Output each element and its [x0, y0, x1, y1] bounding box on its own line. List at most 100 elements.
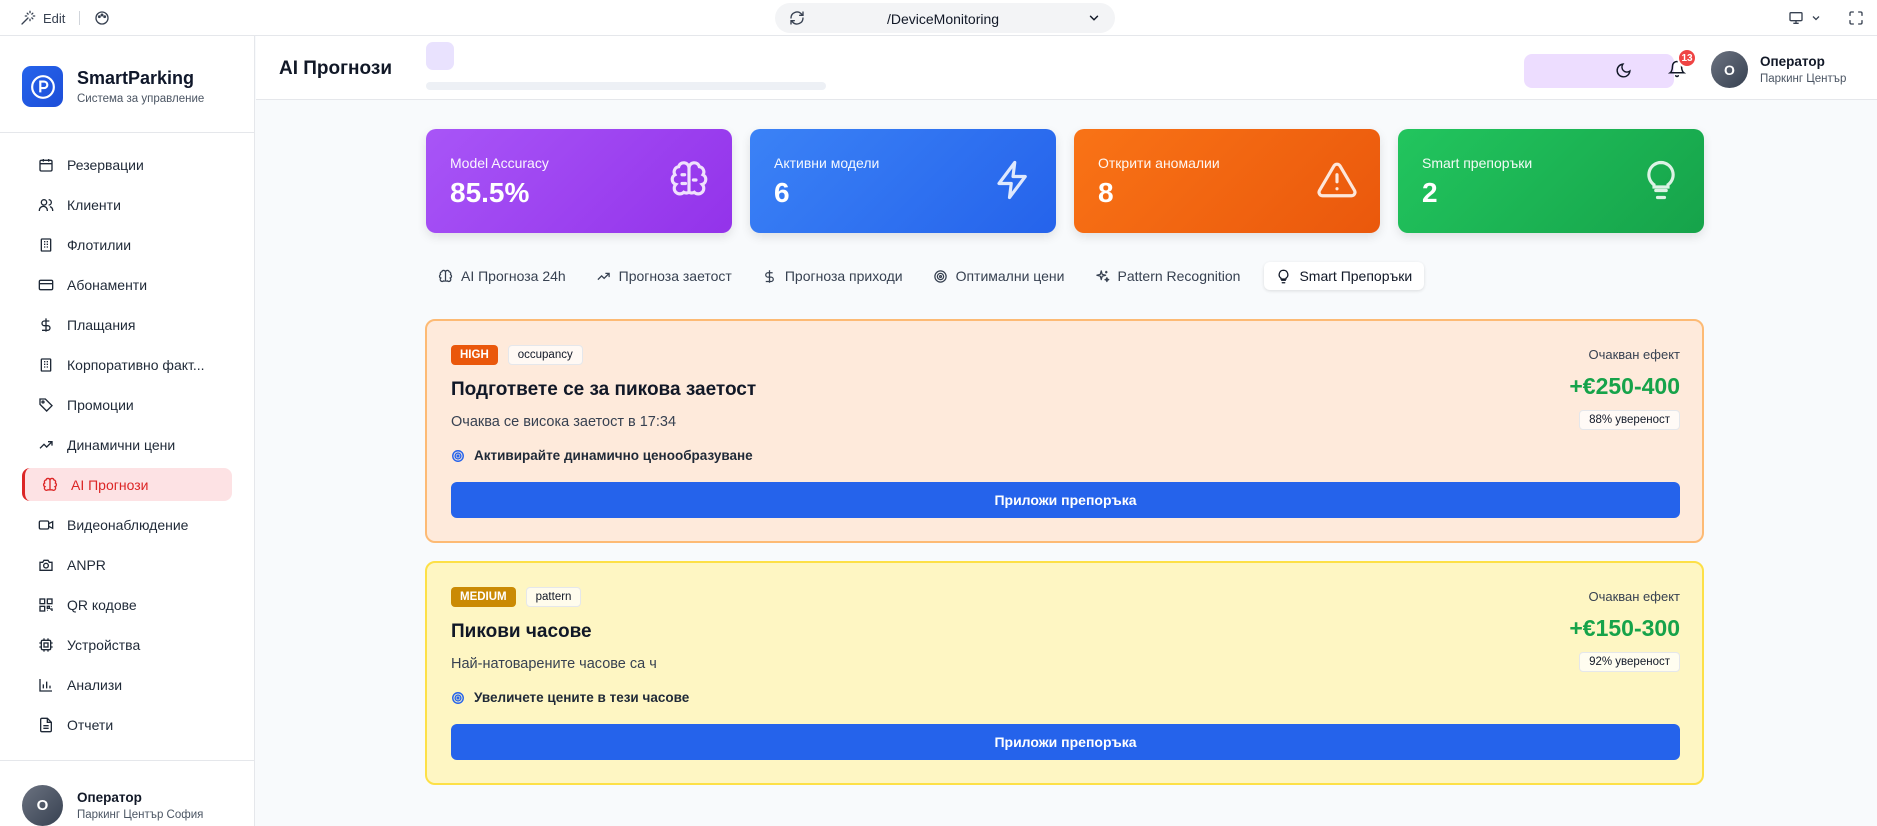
sidebar-item-label: Корпоративно факт...	[67, 356, 205, 373]
apply-recommendation-button[interactable]: Приложи препоръка	[451, 724, 1680, 760]
tab-optimal-prices[interactable]: Оптимални цени	[927, 262, 1071, 290]
monitor-icon	[1789, 11, 1803, 24]
avatar: О	[22, 785, 63, 826]
chevron-down-icon	[1812, 16, 1820, 21]
tab-revenue-forecast[interactable]: Прогноза приходи	[756, 262, 909, 290]
sidebar-item-analytics[interactable]: Анализи	[22, 668, 232, 701]
action-text: Активирайте динамично ценообразуване	[474, 448, 753, 463]
effect-value: +€250-400	[1569, 373, 1680, 399]
recommendation-title: Подгответе се за пикова заетост	[451, 379, 757, 400]
sidebar-item-reservations[interactable]: Резервации	[22, 148, 232, 181]
stat-label: Активни модели	[774, 155, 880, 171]
chevron-down-icon[interactable]	[1087, 11, 1101, 25]
effect-value: +€150-300	[1569, 615, 1680, 641]
brand[interactable]: SmartParking Система за управление	[22, 66, 204, 107]
recommendation-badges: MEDIUM pattern	[451, 587, 582, 607]
tab-label: Pattern Recognition	[1117, 268, 1241, 284]
tab-label: Прогноза заетост	[618, 268, 732, 284]
apply-recommendation-button[interactable]: Приложи препоръка	[451, 482, 1680, 518]
stat-card-model-accuracy: Model Accuracy 85.5%	[426, 129, 732, 233]
brain-icon	[42, 477, 58, 491]
confidence-badge: 92% увереност	[1579, 652, 1680, 672]
tab-label: AI Прогноза 24h	[461, 268, 566, 284]
sidebar-item-label: ANPR	[67, 556, 106, 573]
edit-button[interactable]: Edit	[20, 10, 65, 26]
moon-icon[interactable]	[1615, 62, 1632, 79]
tab-smart-recommendations[interactable]: Smart Препоръки	[1264, 262, 1425, 290]
building-icon	[40, 237, 52, 252]
priority-badge: MEDIUM	[451, 587, 516, 607]
sidebar-item-qr-codes[interactable]: QR кодове	[22, 588, 232, 621]
user-name: Оператор	[1760, 54, 1825, 69]
recommendation-title: Пикови часове	[451, 621, 592, 642]
tab-label: Smart Препоръки	[1299, 268, 1413, 284]
sidebar-user[interactable]: О Оператор Паркинг Център София	[22, 785, 203, 826]
scrolled-content-ghost	[426, 42, 454, 70]
sidebar-item-dynamic-pricing[interactable]: Динамични цени	[22, 428, 232, 461]
sidebar-item-fleets[interactable]: Флотилии	[22, 228, 232, 261]
sidebar-item-ai-forecasts[interactable]: AI Прогнози	[22, 468, 232, 501]
sidebar-item-label: Клиенти	[67, 196, 121, 213]
sidebar-item-label: Промоции	[67, 396, 134, 413]
device-selector[interactable]	[1788, 10, 1822, 26]
trending-up-icon	[597, 272, 610, 280]
sidebar-item-label: AI Прогнози	[71, 476, 149, 493]
brand-title: SmartParking	[77, 68, 195, 88]
sidebar-item-promotions[interactable]: Промоции	[22, 388, 232, 421]
file-icon	[40, 717, 52, 732]
effect-label: Очакван ефект	[1588, 347, 1680, 362]
tab-pattern-recognition[interactable]: Pattern Recognition	[1089, 262, 1247, 290]
stat-label: Открити аномалии	[1098, 155, 1220, 171]
priority-badge: HIGH	[451, 345, 498, 365]
alert-triangle-icon	[1317, 162, 1357, 198]
avatar: О	[1711, 51, 1748, 88]
action-text: Увеличете цените в тези часове	[474, 690, 690, 705]
header-user[interactable]: О Оператор Паркинг Център	[1711, 51, 1846, 88]
analytics-tabs: AI Прогноза 24h Прогноза заетост Прогноз…	[432, 262, 1425, 290]
sidebar-item-video-surveillance[interactable]: Видеонаблюдение	[22, 508, 232, 541]
tab-occupancy-forecast[interactable]: Прогноза заетост	[590, 262, 738, 290]
stat-label: Model Accuracy	[450, 155, 549, 171]
sidebar-item-label: QR кодове	[67, 596, 137, 613]
target-icon	[452, 449, 464, 462]
url-bar[interactable]: /DeviceMonitoring	[775, 3, 1115, 33]
tab-ai-forecast-24h[interactable]: AI Прогноза 24h	[432, 262, 572, 290]
tab-label: Оптимални цени	[955, 268, 1065, 284]
credit-card-icon	[38, 279, 54, 290]
stat-card-smart-recommendations: Smart препоръки 2	[1398, 129, 1704, 233]
lightbulb-icon	[1279, 269, 1289, 283]
sidebar-item-corporate-invoicing[interactable]: Корпоративно факт...	[22, 348, 232, 381]
sidebar-item-devices[interactable]: Устройства	[22, 628, 232, 661]
sidebar-item-subscriptions[interactable]: Абонаменти	[22, 268, 232, 301]
sidebar-footer-divider	[0, 760, 255, 761]
user-location: Паркинг Център	[1760, 73, 1847, 85]
topbar-right-tools	[1788, 0, 1864, 36]
topbar-separator	[79, 11, 81, 25]
notification-badge: 13	[1677, 48, 1697, 68]
sidebar-item-payments[interactable]: Плащания	[22, 308, 232, 341]
brain-icon	[670, 161, 708, 196]
user-location: Паркинг Център София	[77, 809, 204, 821]
recommendation-action: Увеличете цените в тези часове	[451, 690, 689, 705]
fullscreen-icon[interactable]	[1848, 10, 1864, 26]
dollar-icon	[765, 269, 774, 283]
reload-icon[interactable]	[789, 10, 805, 26]
sidebar-item-anpr[interactable]: ANPR	[22, 548, 232, 581]
calendar-icon	[39, 158, 53, 172]
sidebar-nav: Резервации Клиенти Флотилии Абонаменти П…	[22, 148, 232, 748]
sidebar-item-label: Анализи	[67, 676, 123, 693]
recommendation-card: MEDIUM pattern Пикови часове Най-натовар…	[425, 561, 1704, 785]
cpu-icon	[39, 637, 53, 652]
palette-icon[interactable]	[94, 10, 110, 26]
stat-label: Smart препоръки	[1422, 155, 1533, 171]
stat-value: 6	[774, 177, 790, 208]
sidebar-item-clients[interactable]: Клиенти	[22, 188, 232, 221]
video-icon	[38, 519, 54, 530]
tab-label: Прогноза приходи	[784, 268, 903, 284]
sidebar-divider	[0, 132, 255, 133]
target-icon	[933, 269, 947, 283]
lightbulb-icon	[1647, 160, 1675, 200]
sidebar-item-label: Устройства	[67, 636, 141, 653]
brain-icon	[438, 269, 453, 282]
sidebar-item-reports[interactable]: Отчети	[22, 708, 232, 741]
